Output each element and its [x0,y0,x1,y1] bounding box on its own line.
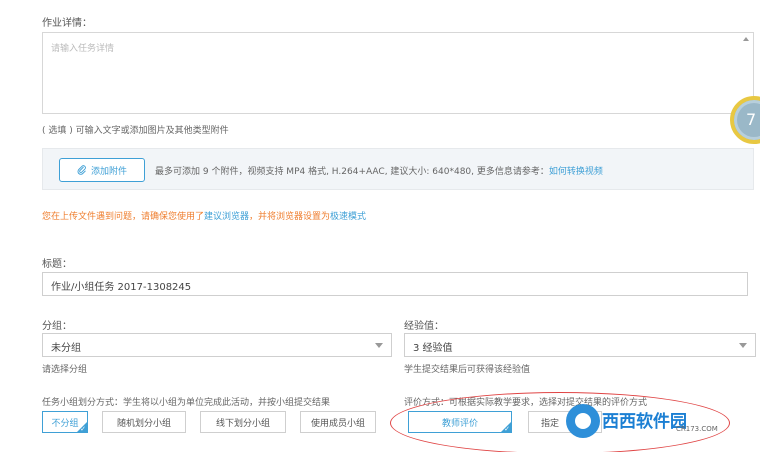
title-value: 作业/小组任务 2017-1308245 [51,282,192,293]
division-option-label: 随机划分小组 [116,418,171,429]
attachment-panel: 添加附件 最多可添加 9 个附件，视频支持 MP4 格式, H.264+AAC,… [42,148,754,190]
details-label: 作业详情： [42,18,92,29]
division-option-offline[interactable]: 线下划分小组 [200,411,286,433]
speed-mode-link[interactable]: 极速模式 [330,212,366,222]
exp-chevron-down-icon [739,343,747,348]
group-select[interactable]: 未分组 [42,333,392,357]
title-label: 标题： [42,259,72,270]
title-input[interactable]: 作业/小组任务 2017-1308245 [42,272,748,296]
division-option-label: 使用成员小组 [310,418,365,429]
convert-video-link[interactable]: 如何转换视频 [549,167,603,177]
division-option-none[interactable]: 不分组 ✓ [42,411,88,433]
scroll-up-icon[interactable] [743,37,749,41]
attachment-info: 最多可添加 9 个附件，视频支持 MP4 格式, H.264+AAC, 建议大小… [155,167,549,177]
division-label: 任务小组划分方式：学生将以小组为单位完成此活动，并按小组提交结果 [42,398,331,408]
exp-label: 经验值： [404,321,444,332]
warning-text-2: ，并将浏览器设置为 [249,212,331,222]
watermark-domain: CR173.COM [676,425,718,433]
details-textarea[interactable]: 请输入任务详情 [42,32,754,114]
add-attachment-button[interactable]: 添加附件 [59,158,145,182]
recommended-browser-link[interactable]: 建议浏览器 [204,212,249,222]
exp-hint: 学生提交结果后可获得该经验值 [404,365,531,375]
group-chevron-down-icon [375,343,383,348]
paperclip-icon [77,165,86,175]
add-attachment-label: 添加附件 [90,166,127,177]
group-label: 分组： [42,321,72,332]
details-hint: ( 选填 ) 可输入文字或添加图片及其他类型附件 [42,126,229,136]
watermark-name: 西西软件园 [602,412,687,432]
division-option-member[interactable]: 使用成员小组 [300,411,376,433]
division-option-label: 线下划分小组 [215,418,270,429]
exp-select[interactable]: 3 经验值 [404,333,756,357]
exp-value: 3 经验值 [413,343,453,354]
check-icon: ✓ [80,425,86,433]
warning-text-1: 您在上传文件遇到问题，请确保您使用了 [42,212,205,222]
details-placeholder: 请输入任务详情 [51,44,115,54]
division-option-label: 不分组 [51,418,79,429]
division-option-random[interactable]: 随机划分小组 [102,411,186,433]
group-hint: 请选择分组 [42,365,88,375]
logo-icon [566,404,600,438]
watermark-logo: 西西软件园 CR173.COM [566,404,750,438]
group-value: 未分组 [51,343,81,354]
badge-number: 7 [746,110,757,129]
browser-warning: 您在上传文件遇到问题，请确保您使用了建议浏览器，并将浏览器设置为极速模式 [42,209,366,222]
